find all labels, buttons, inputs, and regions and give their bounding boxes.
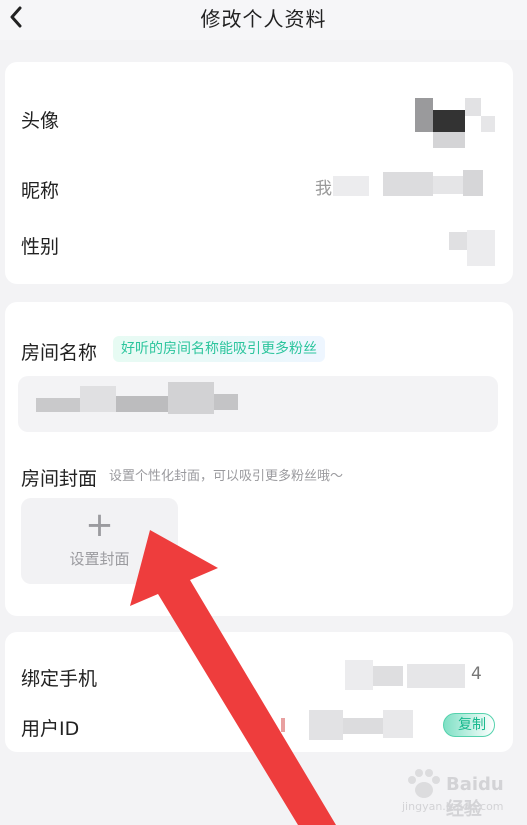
plus-icon: + [85,505,114,545]
nickname-value[interactable]: 我 [315,166,490,206]
page-title: 修改个人资料 [200,7,327,31]
watermark-url: jingyan.baidu.com [402,800,504,813]
phone-tail-digit: 4 [471,664,482,684]
watermark-logo: Baidu经验 jingyan.baidu.com [402,768,512,820]
profile-card: 头像 昵称 我 性别 [5,62,513,284]
room-card: 房间名称 好听的房间名称能吸引更多粉丝 房间封面 设置个性化封面，可以吸引更多粉… [5,302,513,616]
top-bar: 修改个人资料 [0,0,527,40]
watermark-brand: Baidu经验 [446,774,504,820]
paw-icon [408,769,440,798]
nickname-label: 昵称 [21,180,60,202]
avatar-label: 头像 [21,110,60,132]
user-id-label: 用户ID [21,718,80,740]
room-name-input[interactable] [18,376,498,432]
room-cover-hint: 设置个性化封面，可以吸引更多粉丝哦～ [109,469,344,484]
phone-label: 绑定手机 [21,668,98,690]
room-name-hint: 好听的房间名称能吸引更多粉丝 [113,336,325,362]
account-card: 绑定手机 4 用户ID 复制 [5,632,513,752]
set-cover-label: 设置封面 [69,550,130,568]
copy-button[interactable]: 复制 [443,713,495,737]
nickname-partial: 我 [315,179,332,199]
gender-value[interactable] [449,230,497,270]
set-cover-button[interactable]: + 设置封面 [21,498,178,584]
room-name-label: 房间名称 [21,342,98,364]
room-cover-label: 房间封面 [21,468,98,490]
gender-label: 性别 [21,236,60,258]
avatar[interactable] [415,98,495,152]
user-id-value [281,704,441,744]
